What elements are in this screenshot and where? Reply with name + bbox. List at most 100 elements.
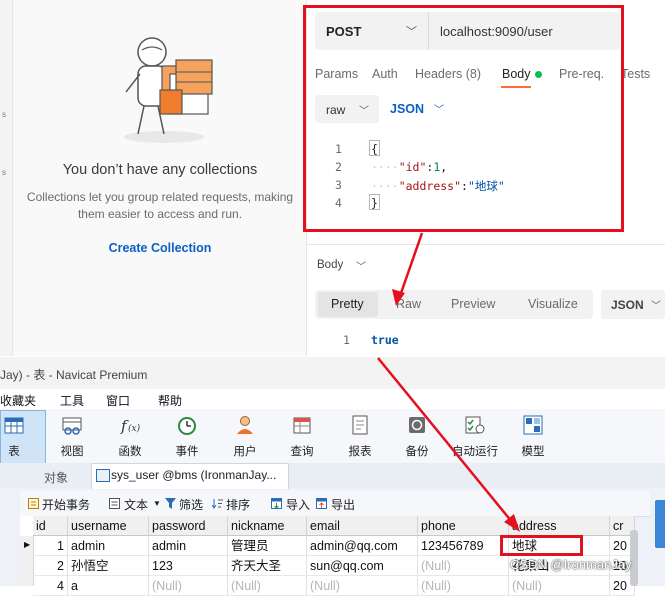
report-icon	[352, 415, 368, 435]
chevron-down-icon: ﹀	[651, 301, 661, 312]
column-header[interactable]: password	[149, 516, 228, 536]
table-cell[interactable]: sun@qq.com	[307, 556, 418, 576]
function-icon: f (x)	[120, 417, 140, 435]
table-cell[interactable]: 123	[149, 556, 228, 576]
filter-button[interactable]: 筛选	[179, 496, 203, 513]
empty-state-description: Collections let you group related reques…	[26, 190, 294, 221]
table-cell[interactable]: admin	[149, 536, 228, 556]
view-icon	[62, 417, 82, 435]
tab-sys-user-label: sys_user @bms (IronmanJay...	[111, 468, 277, 482]
text-view-button[interactable]: 文本	[124, 496, 148, 513]
response-format-label: JSON	[611, 298, 644, 312]
tab-tests[interactable]: Tests	[621, 67, 650, 81]
ribbon-table-button[interactable]: 表	[0, 412, 37, 462]
event-clock-icon	[178, 417, 196, 435]
export-button[interactable]: 导出	[331, 496, 355, 513]
table-icon	[4, 417, 24, 434]
table-cell[interactable]: 管理员	[228, 536, 307, 556]
ribbon-label: 备份	[405, 446, 429, 458]
chevron-down-icon: ▼	[153, 499, 161, 508]
table-cell[interactable]: (Null)	[307, 576, 418, 596]
ribbon-user-button[interactable]: 用户	[222, 412, 268, 462]
response-body-label[interactable]: Body	[317, 259, 343, 271]
model-icon	[523, 415, 543, 435]
menu-window[interactable]: 窗口	[106, 392, 130, 409]
table-cell[interactable]: 齐天大圣	[228, 556, 307, 576]
table-cell[interactable]: 4	[33, 576, 68, 596]
text-icon	[109, 498, 120, 509]
backup-icon	[409, 417, 425, 433]
automation-icon	[465, 416, 485, 434]
menu-favorites[interactable]: 收藏夹	[0, 392, 36, 409]
table-cell[interactable]: admin@qq.com	[307, 536, 418, 556]
begin-transaction-button[interactable]: 开始事务	[42, 496, 90, 513]
ribbon-query-button[interactable]: 查询	[279, 412, 325, 462]
sort-icon	[212, 499, 223, 509]
ribbon-toolbar	[0, 409, 665, 464]
ribbon-label: 视图	[60, 446, 84, 458]
column-header[interactable]: email	[307, 516, 418, 536]
table-cell[interactable]: (Null)	[228, 576, 307, 596]
ribbon-view-button[interactable]: 视图	[49, 412, 95, 462]
side-panel-icon[interactable]	[655, 500, 665, 548]
response-value: true	[371, 333, 399, 347]
filter-icon	[165, 498, 176, 509]
table-cell[interactable]: 1	[33, 536, 68, 556]
table-icon	[96, 469, 110, 482]
strip-mark: s	[2, 110, 6, 119]
ribbon-label: 事件	[175, 446, 199, 458]
ribbon-label: 查询	[290, 446, 314, 458]
view-visualize[interactable]: Visualize	[528, 297, 578, 311]
annotation-box-request	[303, 5, 624, 232]
table-cell[interactable]: (Null)	[418, 576, 509, 596]
ribbon-label: 表	[8, 446, 20, 458]
menu-bar	[0, 389, 665, 409]
export-icon	[316, 498, 327, 509]
empty-state-title: You don’t have any collections	[62, 162, 258, 178]
current-row-arrow-icon: ▶	[24, 540, 31, 549]
sort-button[interactable]: 排序	[226, 496, 250, 513]
table-cell[interactable]: 孙悟空	[68, 556, 149, 576]
watermark: CSDN @IronmanJay	[510, 557, 632, 572]
table-cell[interactable]: 2	[33, 556, 68, 576]
create-collection-link[interactable]: Create Collection	[20, 241, 300, 255]
astronaut-illustration-icon	[124, 37, 213, 143]
menu-help[interactable]: 帮助	[158, 392, 182, 409]
column-header[interactable]: address	[509, 516, 610, 536]
ribbon-report-button[interactable]: 报表	[337, 412, 383, 462]
menu-tools[interactable]: 工具	[60, 392, 84, 409]
column-header[interactable]: id	[33, 516, 68, 536]
tab-objects-label: 对象	[44, 471, 69, 485]
window-title: Jay) - 表 - Navicat Premium	[0, 368, 148, 382]
ribbon-event-button[interactable]: 事件	[164, 412, 210, 462]
table-cell[interactable]: admin	[68, 536, 149, 556]
query-icon	[293, 417, 311, 434]
view-preview[interactable]: Preview	[451, 297, 495, 311]
annotation-box-address	[500, 535, 583, 556]
table-cell[interactable]: 123456789	[418, 536, 509, 556]
ribbon-model-button[interactable]: 模型	[510, 412, 556, 462]
ribbon-label: 模型	[521, 446, 545, 458]
ribbon-label: 自动运行	[452, 446, 498, 458]
ribbon-label: 用户	[233, 446, 257, 458]
sidebar-icon-strip: s s	[0, 0, 13, 356]
table-cell[interactable]: (Null)	[149, 576, 228, 596]
table-cell[interactable]: (Null)	[418, 556, 509, 576]
user-icon	[237, 416, 253, 434]
ribbon-backup-button[interactable]: 备份	[394, 412, 440, 462]
column-header[interactable]: nickname	[228, 516, 307, 536]
ribbon-label: 函数	[118, 446, 142, 458]
ribbon-label: 报表	[348, 446, 372, 458]
ribbon-automation-button[interactable]: 自动运行	[452, 412, 498, 462]
table-cell[interactable]: a	[68, 576, 149, 596]
column-header[interactable]: username	[68, 516, 149, 536]
strip-mark: s	[2, 168, 6, 177]
line-number: 1	[343, 333, 350, 347]
view-raw[interactable]: Raw	[396, 297, 421, 311]
view-pretty[interactable]: Pretty	[331, 297, 364, 311]
response-divider	[307, 244, 665, 245]
column-header[interactable]: phone	[418, 516, 509, 536]
ribbon-function-button[interactable]: f (x) 函数	[107, 412, 153, 462]
table-cell[interactable]: (Null)	[509, 576, 610, 596]
import-button[interactable]: 导入	[286, 496, 310, 513]
